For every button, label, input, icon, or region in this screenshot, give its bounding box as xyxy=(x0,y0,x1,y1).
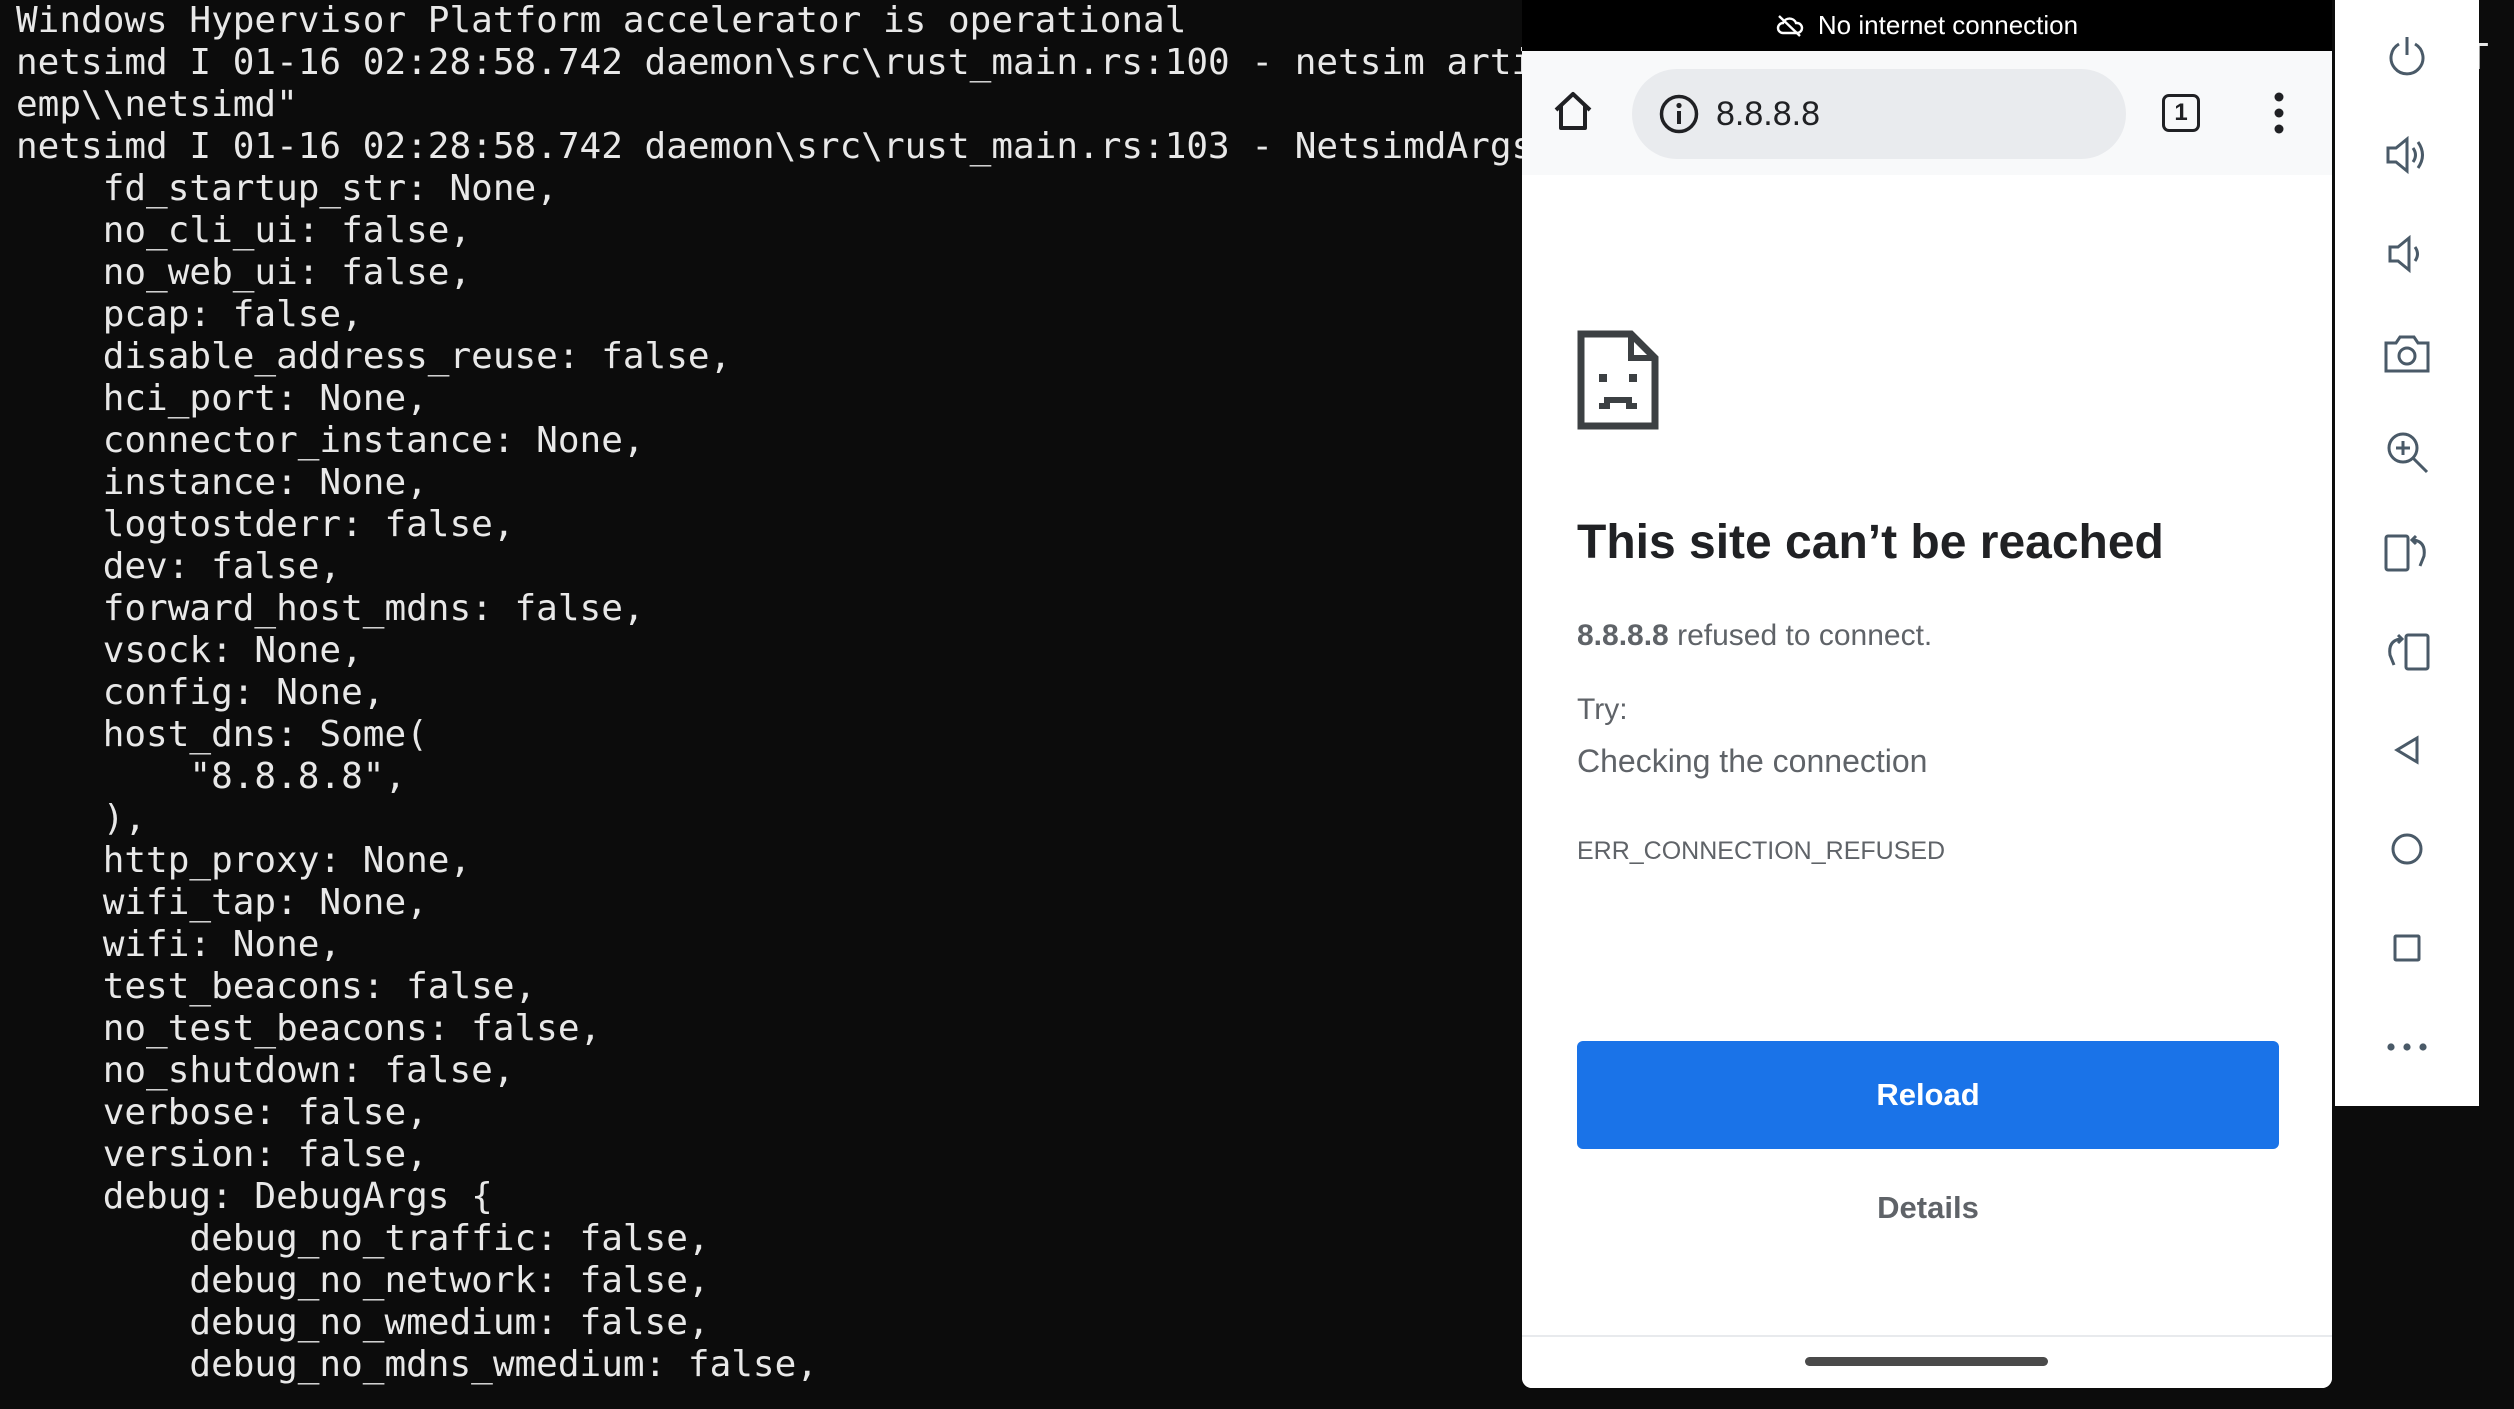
reload-button[interactable]: Reload xyxy=(1577,1041,2279,1149)
terminal-line: netsimd I 01-16 02:28:58.742 daemon\src\… xyxy=(16,42,1577,83)
info-icon[interactable] xyxy=(1658,93,1700,135)
terminal-line: verbose: false, xyxy=(16,1092,428,1133)
terminal-line: pcap: false, xyxy=(16,294,363,335)
terminal-line: host_dns: Some( xyxy=(16,714,428,755)
terminal-line: connector_instance: None, xyxy=(16,420,645,461)
url-text[interactable]: 8.8.8.8 xyxy=(1716,69,1820,159)
terminal-line: version: false, xyxy=(16,1134,428,1175)
error-message: 8.8.8.8 refused to connect. xyxy=(1577,619,1932,653)
terminal-line: debug_no_wmedium: false, xyxy=(16,1302,710,1343)
overview-icon xyxy=(2393,934,2421,962)
terminal-line: forward_host_mdns: false, xyxy=(16,588,645,629)
terminal-line: wifi_tap: None, xyxy=(16,882,428,923)
home-icon xyxy=(1554,92,1592,130)
terminal-line: Windows Hypervisor Platform accelerator … xyxy=(16,0,1187,41)
tab-switcher-button[interactable]: 1 xyxy=(2157,89,2205,137)
terminal-line: hci_port: None, xyxy=(16,378,428,419)
back-icon xyxy=(2394,735,2419,765)
volume-up-button[interactable] xyxy=(2357,110,2457,200)
gesture-handle[interactable] xyxy=(1805,1357,2048,1366)
terminal-line: dev: false, xyxy=(16,546,342,587)
error-message-text: refused to connect. xyxy=(1668,619,1933,652)
terminal-line: vsock: None, xyxy=(16,630,363,671)
sad-page-icon xyxy=(1577,330,1659,430)
menu-button[interactable] xyxy=(2264,87,2294,139)
more-horiz-icon xyxy=(2387,1043,2427,1051)
screenshot-button[interactable] xyxy=(2357,308,2457,398)
back-button[interactable] xyxy=(2357,705,2457,795)
status-bar: No internet connection xyxy=(1522,0,2332,51)
camera-icon xyxy=(2384,335,2430,373)
error-title: This site can’t be reached xyxy=(1577,516,2164,569)
tab-count: 1 xyxy=(2162,94,2200,132)
terminal-line: wifi: None, xyxy=(16,924,342,965)
home-nav-button[interactable] xyxy=(2357,804,2457,894)
error-host: 8.8.8.8 xyxy=(1577,619,1669,652)
terminal-line: logtostderr: false, xyxy=(16,504,515,545)
gesture-nav-bar xyxy=(1522,1335,2332,1388)
browser-toolbar: 8.8.8.8 1 xyxy=(1522,51,2332,175)
terminal-output: Windows Hypervisor Platform accelerator … xyxy=(16,0,1577,1386)
more-vert-icon xyxy=(2274,92,2284,134)
terminal-line: disable_address_reuse: false, xyxy=(16,336,732,377)
try-label: Try: xyxy=(1577,693,1628,726)
terminal-line: instance: None, xyxy=(16,462,428,503)
rotate-right-button[interactable] xyxy=(2357,507,2457,597)
home-circle-icon xyxy=(2391,833,2423,865)
cloud-off-icon xyxy=(1776,14,1804,37)
terminal-line: debug: DebugArgs { xyxy=(16,1176,493,1217)
terminal-line: http_proxy: None, xyxy=(16,840,472,881)
volume-down-button[interactable] xyxy=(2357,209,2457,299)
emulator-side-panel xyxy=(2335,0,2479,1106)
terminal-line: debug_no_mdns_wmedium: false, xyxy=(16,1344,818,1385)
terminal-line: test_beacons: false, xyxy=(16,966,537,1007)
status-text: No internet connection xyxy=(1817,10,2079,40)
zoom-button[interactable] xyxy=(2357,407,2457,497)
terminal-line: netsimd I 01-16 02:28:58.742 daemon\src\… xyxy=(16,126,1577,167)
volume-up-icon xyxy=(2386,135,2424,175)
more-options-button[interactable] xyxy=(2357,1002,2457,1092)
error-code: ERR_CONNECTION_REFUSED xyxy=(1577,837,1946,865)
error-page: This site can’t be reached 8.8.8.8 refus… xyxy=(1522,175,2332,1335)
zoom-in-icon xyxy=(2387,432,2429,474)
power-button[interactable] xyxy=(2357,11,2457,101)
terminal-line: "8.8.8.8", xyxy=(16,756,407,797)
overview-button[interactable] xyxy=(2357,903,2457,993)
rotate-left-button[interactable] xyxy=(2357,606,2457,696)
terminal-line: debug_no_traffic: false, xyxy=(16,1218,710,1259)
terminal-line: ), xyxy=(16,798,147,839)
details-button[interactable]: Details xyxy=(1577,1175,2279,1241)
volume-down-icon xyxy=(2388,234,2419,274)
terminal-line: config: None, xyxy=(16,672,385,713)
address-bar[interactable]: 8.8.8.8 xyxy=(1632,69,2126,159)
terminal-line: no_shutdown: false, xyxy=(16,1050,515,1091)
terminal-line: no_test_beacons: false, xyxy=(16,1008,602,1049)
home-button[interactable] xyxy=(1548,86,1598,136)
terminal-line: fd_startup_str: None, xyxy=(16,168,558,209)
terminal-line: emp\\netsimd" xyxy=(16,84,298,125)
terminal-line: debug_no_network: false, xyxy=(16,1260,710,1301)
terminal-line: no_cli_ui: false, xyxy=(16,210,472,251)
suggestion-item: Checking the connection xyxy=(1577,743,1928,779)
android-emulator-screen[interactable]: No internet connection 8.8.8.8 1 This si… xyxy=(1522,0,2332,1388)
rotate-left-icon xyxy=(2388,633,2430,671)
power-icon xyxy=(2389,37,2425,76)
terminal-line: no_web_ui: false, xyxy=(16,252,472,293)
rotate-right-icon xyxy=(2384,534,2426,572)
